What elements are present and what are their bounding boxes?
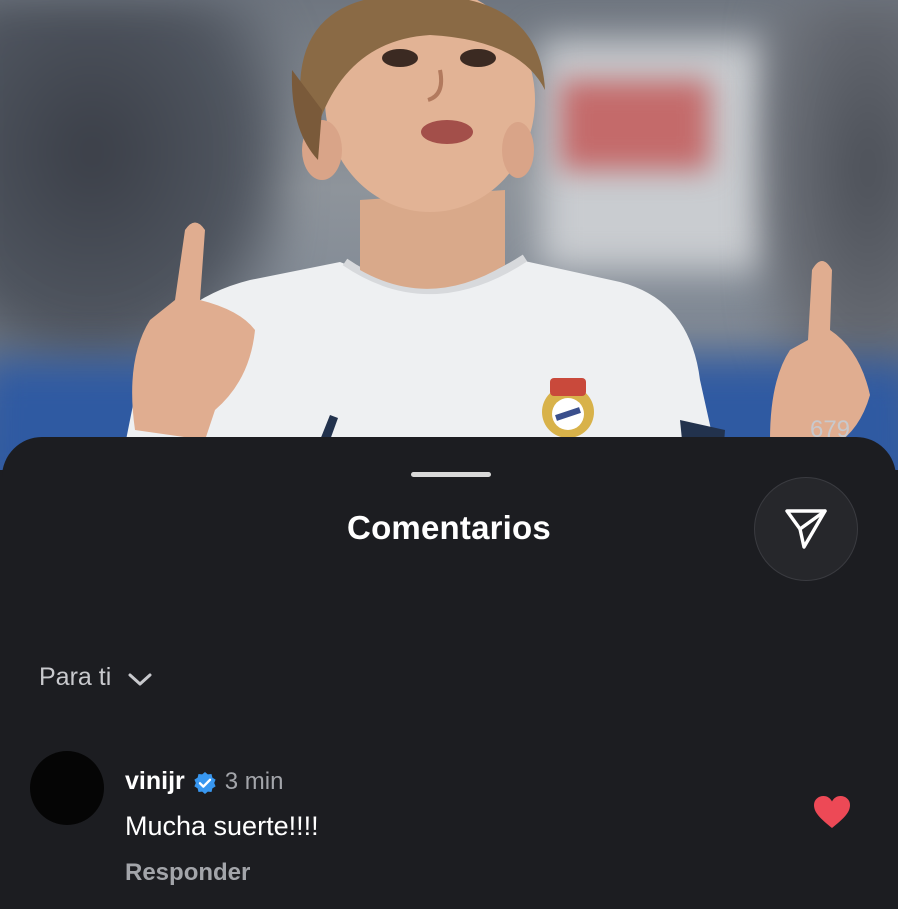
like-count: 679 (809, 416, 851, 443)
post-photo (0, 0, 898, 470)
comments-sheet: Comentarios Para ti vinijr 3 min Mucha s… (2, 437, 896, 907)
sheet-grabber[interactable] (411, 472, 491, 477)
comment-meta: vinijr 3 min (125, 767, 283, 796)
comment-text: Mucha suerte!!!! (125, 811, 319, 841)
chevron-down-icon (128, 673, 152, 685)
verified-badge-icon (194, 771, 216, 794)
boy-figure (120, 0, 870, 470)
heart-icon[interactable] (813, 795, 851, 829)
reply-button[interactable]: Responder (125, 859, 250, 887)
avatar[interactable] (30, 751, 104, 825)
filter-dropdown[interactable]: Para ti (39, 663, 153, 692)
comment-item: vinijr 3 min Mucha suerte!!!! Responder (2, 749, 896, 909)
filter-label: Para ti (39, 663, 112, 691)
paper-plane-icon (785, 509, 827, 549)
comment-time: 3 min (224, 767, 284, 795)
comment-username[interactable]: vinijr (125, 767, 185, 796)
share-button[interactable] (754, 477, 858, 581)
